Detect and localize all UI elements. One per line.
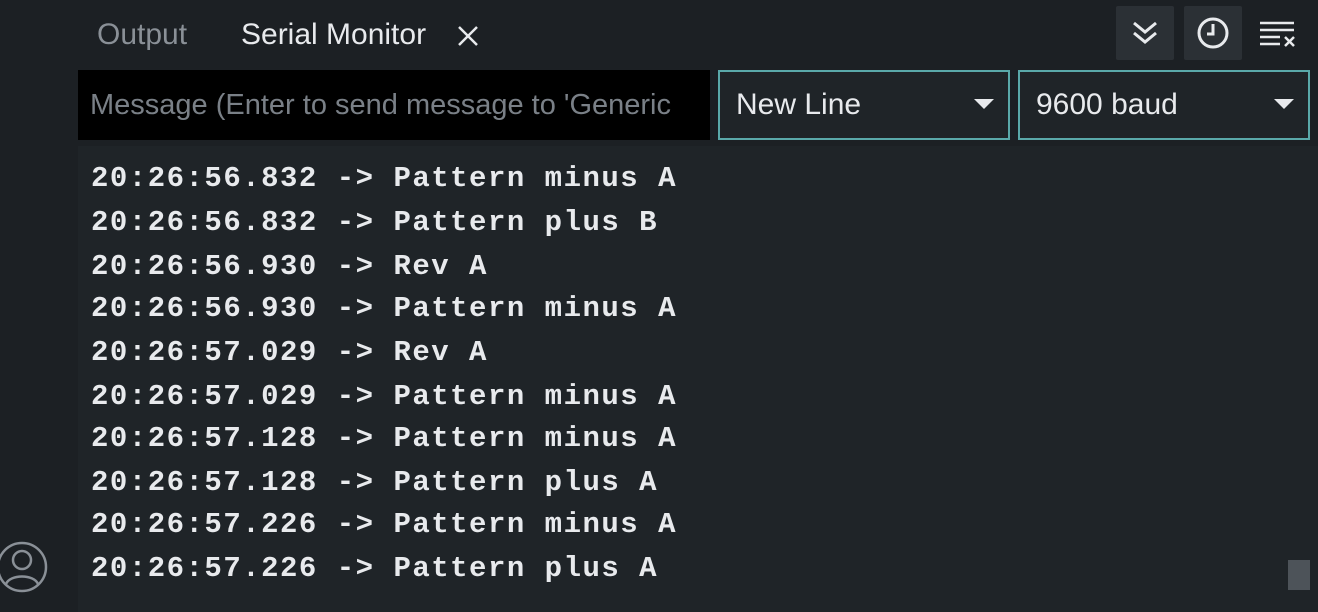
message-input[interactable] (78, 70, 710, 140)
panel-tab-bar: Output Serial Monitor (78, 0, 1318, 70)
serial-input-row: New Line 9600 baud (78, 70, 1318, 146)
log-line: 20:26:57.029 -> Pattern minus A (91, 380, 677, 413)
toggle-autoscroll-button[interactable] (1116, 6, 1174, 60)
caret-down-icon (974, 99, 994, 109)
log-line: 20:26:56.930 -> Pattern minus A (91, 292, 677, 325)
tab-output[interactable]: Output (97, 0, 187, 70)
log-line: 20:26:56.930 -> Rev A (91, 250, 488, 283)
clear-output-icon (1260, 21, 1295, 47)
log-line: 20:26:57.226 -> Pattern minus A (91, 508, 677, 541)
scrollbar-thumb[interactable] (1288, 560, 1310, 590)
log-line: 20:26:57.128 -> Pattern minus A (91, 422, 677, 455)
toggle-timestamp-button[interactable] (1184, 6, 1242, 60)
activity-bar (0, 0, 78, 612)
serial-output[interactable]: 20:26:56.832 -> Pattern minus A 20:26:56… (78, 150, 1318, 612)
clock-icon (1197, 17, 1229, 49)
line-ending-select[interactable]: New Line (718, 70, 1010, 140)
app-window: Output Serial Monitor Message (Enter to … (0, 0, 1318, 612)
baud-rate-select[interactable]: 9600 baud (1018, 70, 1310, 140)
double-chevron-down-icon (1133, 21, 1157, 44)
account-icon[interactable] (0, 536, 50, 598)
clear-output-button[interactable] (1250, 6, 1308, 60)
tab-serial-monitor[interactable]: Serial Monitor (241, 0, 426, 70)
caret-down-icon (1274, 99, 1294, 109)
close-icon[interactable] (454, 22, 482, 50)
log-line: 20:26:57.029 -> Rev A (91, 336, 488, 369)
log-line: 20:26:57.226 -> Pattern plus A (91, 552, 659, 585)
bottom-panel: Output Serial Monitor Message (Enter to … (78, 0, 1318, 612)
line-ending-value: New Line (736, 88, 862, 121)
log-line: 20:26:57.128 -> Pattern plus A (91, 466, 659, 499)
log-line: 20:26:56.832 -> Pattern plus B (91, 206, 659, 239)
baud-rate-value: 9600 baud (1036, 88, 1178, 121)
log-line: 20:26:56.832 -> Pattern minus A (91, 162, 677, 195)
